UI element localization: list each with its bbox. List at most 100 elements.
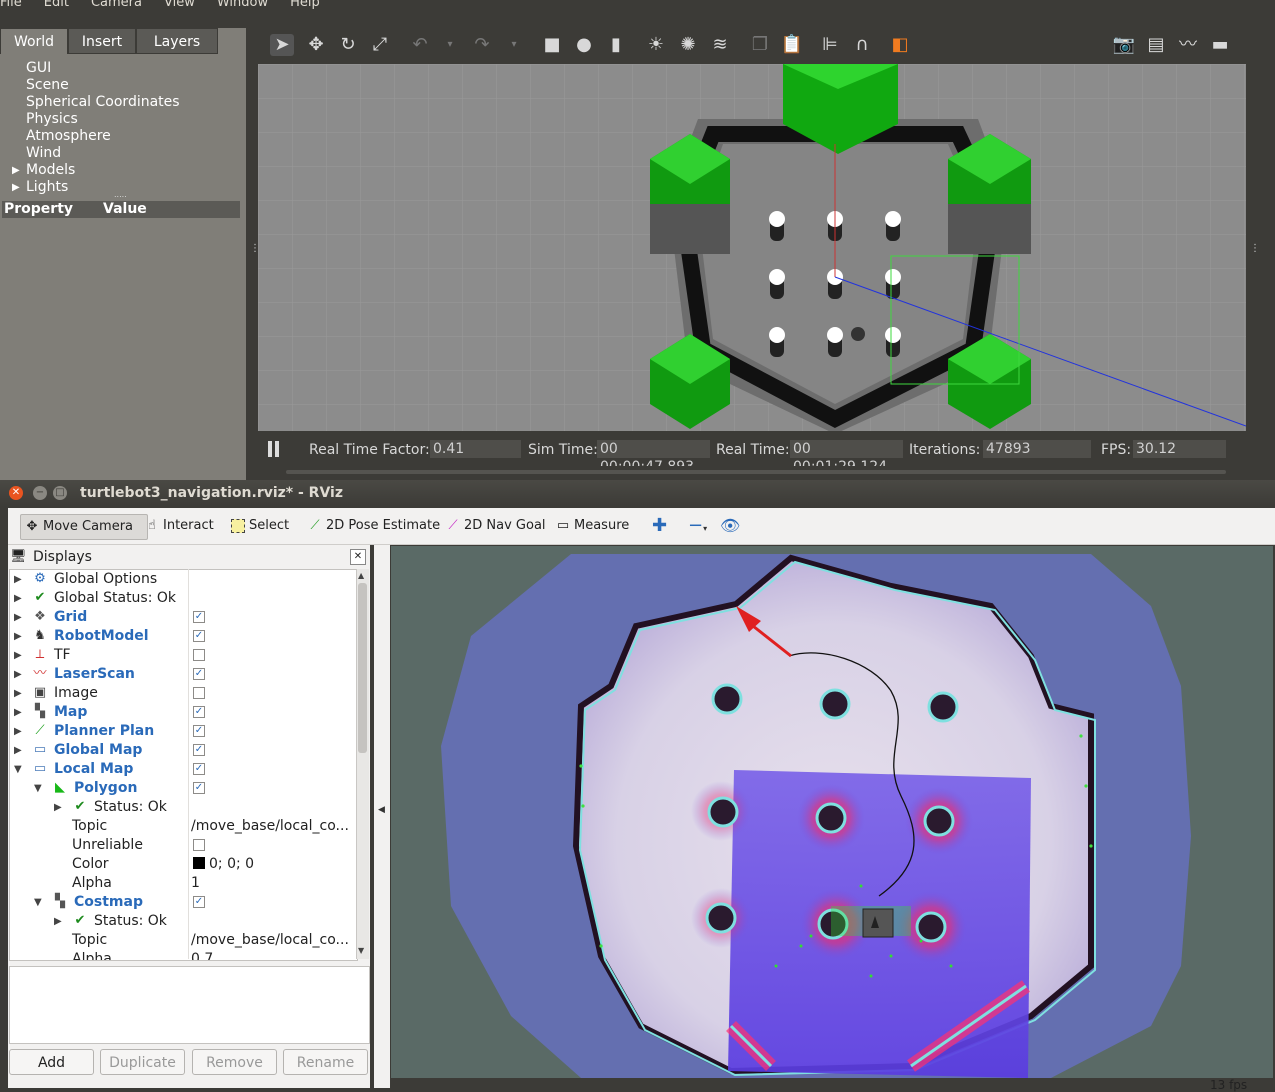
- display-value[interactable]: /move_base/local_co...: [191, 931, 349, 950]
- cylinder-shape-icon[interactable]: ▮: [604, 34, 628, 56]
- select-mode-icon[interactable]: ➤: [270, 34, 294, 56]
- display-row[interactable]: Topic/move_base/local_co...: [10, 817, 357, 836]
- translate-mode-icon[interactable]: ✥: [304, 34, 328, 56]
- scroll-up-icon[interactable]: ▲: [358, 571, 364, 580]
- display-checkbox[interactable]: [193, 687, 205, 699]
- world-tree-item[interactable]: Scene: [0, 77, 246, 94]
- maximize-icon[interactable]: □: [53, 486, 67, 500]
- rotate-mode-icon[interactable]: ↻: [336, 34, 360, 56]
- display-row[interactable]: ▶ ✔ Global Status: Ok: [10, 589, 357, 608]
- display-checkbox[interactable]: ✓: [193, 706, 205, 718]
- scale-mode-icon[interactable]: ⤢: [368, 34, 392, 56]
- gazebo-scene[interactable]: [258, 64, 1246, 431]
- menu-file[interactable]: File: [0, 0, 22, 9]
- view-angle-icon[interactable]: ◧: [888, 34, 912, 56]
- copy-icon[interactable]: ❐: [748, 34, 772, 56]
- gazebo-3d-viewport[interactable]: [258, 64, 1246, 431]
- log-icon[interactable]: ▤: [1144, 34, 1168, 56]
- tab-layers[interactable]: Layers: [136, 28, 218, 54]
- menu-help[interactable]: Help: [290, 0, 320, 9]
- world-tree-item[interactable]: ▶ Models: [0, 162, 246, 179]
- pose-estimate-tool[interactable]: ⟋ 2D Pose Estimate: [304, 514, 440, 538]
- menu-window[interactable]: Window: [217, 0, 268, 9]
- world-tree-item[interactable]: Atmosphere: [0, 128, 246, 145]
- display-checkbox[interactable]: ✓: [193, 763, 205, 775]
- display-value[interactable]: 0; 0; 0: [191, 855, 254, 874]
- duplicate-button[interactable]: Duplicate: [100, 1049, 185, 1075]
- expand-arrow-icon[interactable]: ▶: [54, 798, 62, 817]
- world-tree-item[interactable]: Wind: [0, 145, 246, 162]
- expand-arrow-icon[interactable]: ▶: [14, 665, 22, 684]
- display-checkbox[interactable]: [193, 839, 205, 851]
- collapse-arrow-icon[interactable]: ▼: [34, 779, 42, 798]
- display-row[interactable]: ▶ ⚙ Global Options: [10, 570, 357, 589]
- screenshot-icon[interactable]: 📷: [1112, 34, 1136, 56]
- display-row[interactable]: Unreliable: [10, 836, 357, 855]
- expand-arrow-icon[interactable]: ▶: [14, 570, 22, 589]
- pause-icon[interactable]: [268, 441, 280, 457]
- align-icon[interactable]: ⊫: [818, 34, 842, 56]
- display-row[interactable]: ▼ ▭ Local Map ✓: [10, 760, 357, 779]
- expand-arrow-icon[interactable]: ▶: [54, 912, 62, 931]
- display-checkbox[interactable]: ✓: [193, 896, 205, 908]
- display-row[interactable]: Alpha 0.7: [10, 950, 357, 960]
- display-row[interactable]: ▶ ⟋ Planner Plan ✓: [10, 722, 357, 741]
- minimize-icon[interactable]: −: [33, 486, 47, 500]
- expand-arrow-icon[interactable]: ▶: [12, 179, 20, 196]
- display-row[interactable]: ▶ ⟂ TF: [10, 646, 357, 665]
- left-panel-splitter[interactable]: ⋮: [250, 244, 260, 262]
- collapse-arrow-icon[interactable]: ▼: [14, 760, 22, 779]
- collapse-left-icon[interactable]: ◀: [378, 805, 385, 815]
- box-shape-icon[interactable]: ■: [540, 34, 564, 56]
- expand-arrow-icon[interactable]: ▶: [14, 741, 22, 760]
- undo-dropdown-icon[interactable]: ▾: [438, 34, 462, 56]
- display-checkbox[interactable]: [193, 649, 205, 661]
- move-camera-tool[interactable]: ✥ Move Camera: [20, 514, 148, 540]
- display-value[interactable]: /move_base/local_co...: [191, 817, 349, 836]
- sphere-shape-icon[interactable]: ●: [572, 34, 596, 56]
- display-checkbox[interactable]: ✓: [193, 611, 205, 623]
- expand-arrow-icon[interactable]: ▶: [14, 684, 22, 703]
- right-panel-splitter[interactable]: ⋮: [1250, 244, 1260, 262]
- color-swatch[interactable]: [193, 857, 205, 869]
- expand-arrow-icon[interactable]: ▶: [14, 627, 22, 646]
- paste-icon[interactable]: 📋: [780, 34, 804, 56]
- expand-arrow-icon[interactable]: ▶: [12, 162, 20, 179]
- redo-icon[interactable]: ↷: [470, 34, 494, 56]
- display-value[interactable]: 0.7: [191, 950, 213, 960]
- tab-insert[interactable]: Insert: [68, 28, 136, 54]
- snap-icon[interactable]: ∩: [850, 34, 874, 56]
- display-row[interactable]: Color 0; 0; 0: [10, 855, 357, 874]
- undo-icon[interactable]: ↶: [408, 34, 432, 56]
- menu-view[interactable]: View: [164, 0, 195, 9]
- world-tree-item[interactable]: GUI: [0, 60, 246, 77]
- remove-button[interactable]: Remove: [192, 1049, 277, 1075]
- menu-camera[interactable]: Camera: [91, 0, 142, 9]
- video-record-icon[interactable]: ▬: [1208, 34, 1232, 56]
- remove-tool-icon[interactable]: −▾: [688, 514, 712, 538]
- display-row[interactable]: ▶ ▭ Global Map ✓: [10, 741, 357, 760]
- tab-world[interactable]: World: [0, 28, 68, 54]
- display-row[interactable]: ▶ ♞ RobotModel ✓: [10, 627, 357, 646]
- displays-scrollbar[interactable]: ▲ ▼: [356, 569, 369, 959]
- display-value[interactable]: 0; 0; 0: [209, 856, 254, 872]
- nav-goal-tool[interactable]: ⟋ 2D Nav Goal: [442, 514, 545, 538]
- gazebo-scrollbar[interactable]: [286, 470, 1226, 474]
- collapse-arrow-icon[interactable]: ▼: [34, 893, 42, 912]
- world-tree-item[interactable]: Spherical Coordinates: [0, 94, 246, 111]
- display-checkbox[interactable]: ✓: [193, 782, 205, 794]
- spot-light-icon[interactable]: ✺: [676, 34, 700, 56]
- measure-tool[interactable]: ▭ Measure: [552, 514, 629, 538]
- close-icon[interactable]: ✕: [9, 486, 23, 500]
- display-row[interactable]: ▶ ▣ Image: [10, 684, 357, 703]
- world-tree-item[interactable]: Physics: [0, 111, 246, 128]
- scroll-thumb[interactable]: [358, 583, 367, 753]
- display-row[interactable]: ▶ ✔ Status: Ok: [10, 912, 357, 931]
- add-button[interactable]: Add: [9, 1049, 94, 1075]
- expand-arrow-icon[interactable]: ▶: [14, 646, 22, 665]
- display-row[interactable]: ▶ 〰 LaserScan ✓: [10, 665, 357, 684]
- display-row[interactable]: ▼ ◣ Polygon ✓: [10, 779, 357, 798]
- display-row[interactable]: Alpha 1: [10, 874, 357, 893]
- display-checkbox[interactable]: ✓: [193, 668, 205, 680]
- select-tool[interactable]: Select: [227, 514, 289, 538]
